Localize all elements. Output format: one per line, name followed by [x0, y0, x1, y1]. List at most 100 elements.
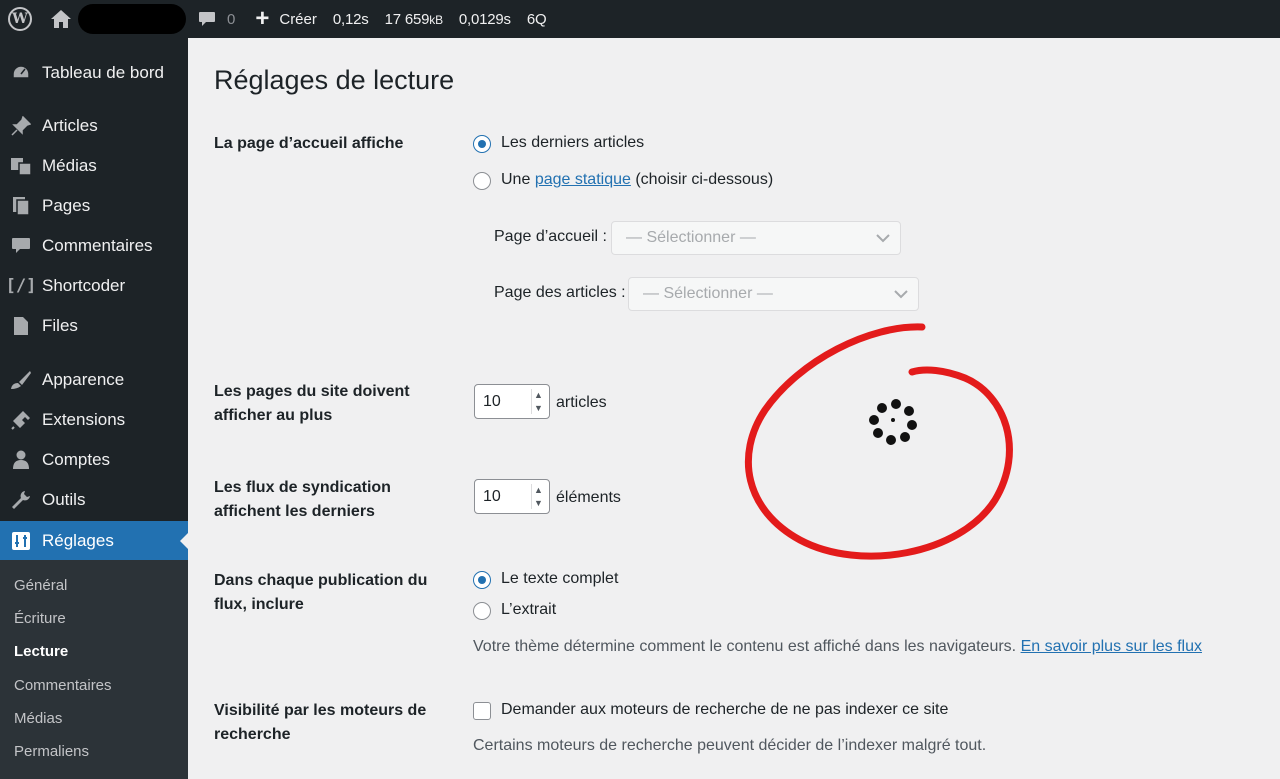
posts-page-select-value: — Sélectionner — [643, 285, 773, 302]
memory-usage: 17 659kB [385, 11, 443, 28]
feed-content-label: Dans chaque publication du flux, inclure [214, 572, 428, 613]
wordpress-logo-icon: W [8, 7, 32, 31]
menu-dashboard[interactable]: Tableau de bord [0, 55, 188, 91]
menu-tools[interactable]: Outils [0, 482, 188, 518]
front-page-label: La page d’accueil affiche [214, 135, 404, 152]
settings-icon [9, 530, 33, 552]
menu-media-label: Médias [42, 156, 97, 175]
posts-per-page-label: Les pages du site doivent afficher au pl… [214, 383, 410, 424]
posts-page-select[interactable]: — Sélectionner — [628, 277, 919, 311]
comments-count: 0 [227, 10, 236, 28]
static-suffix: (choisir ci-dessous) [635, 171, 774, 188]
home-page-label: Page d’accueil : [494, 228, 607, 245]
number-spinner[interactable]: ▲ ▼ [531, 484, 545, 509]
spin-up-icon: ▲ [534, 390, 543, 401]
home-page-select[interactable]: — Sélectionner — [611, 221, 901, 255]
main-content: Réglages de lecture La page d’accueil af… [188, 38, 1280, 779]
wrench-icon [9, 489, 33, 511]
menu-plugins[interactable]: Extensions [0, 402, 188, 438]
menu-comments-label: Commentaires [42, 236, 153, 255]
discourage-search-checkbox[interactable] [473, 702, 491, 720]
submenu-reading[interactable]: Lecture [14, 643, 68, 660]
radio-excerpt[interactable] [473, 602, 491, 620]
comment-icon [9, 235, 33, 257]
menu-tools-label: Outils [42, 490, 86, 509]
brush-icon [9, 369, 33, 391]
menu-appearance-label: Apparence [42, 370, 125, 389]
file-icon [9, 315, 33, 337]
menu-pages[interactable]: Pages [0, 188, 188, 224]
number-spinner[interactable]: ▲ ▼ [531, 389, 545, 414]
menu-appearance[interactable]: Apparence [0, 362, 188, 398]
visibility-label: Visibilité par les moteurs de recherche [214, 702, 427, 743]
pages-icon [9, 195, 33, 217]
static-prefix: Une [501, 171, 531, 188]
comment-bubble-icon [199, 12, 215, 26]
feed-items-value: 10 [483, 487, 501, 505]
posts-page-label: Page des articles : [494, 284, 626, 301]
menu-dashboard-label: Tableau de bord [42, 63, 164, 82]
menu-shortcoder[interactable]: [/] Shortcoder [0, 268, 188, 304]
media-icon [9, 155, 33, 177]
feed-items-unit: éléments [556, 489, 621, 506]
radio-latest-posts-label: Les derniers articles [501, 134, 645, 151]
menu-users[interactable]: Comptes [0, 442, 188, 478]
radio-static-page[interactable] [473, 172, 491, 190]
feed-description: Votre thème détermine comment le contenu… [473, 638, 1202, 656]
home-icon [51, 10, 71, 28]
submenu-permalinks[interactable]: Permaliens [14, 743, 89, 760]
menu-shortcoder-label: Shortcoder [42, 276, 126, 295]
menu-posts[interactable]: Articles [0, 108, 188, 144]
menu-files-label: Files [42, 316, 78, 335]
submenu-general[interactable]: Général [14, 577, 67, 594]
new-content-label: Créer [279, 10, 317, 28]
feed-description-text: Votre thème détermine comment le contenu… [473, 638, 1017, 655]
posts-per-page-input[interactable]: 10 ▲ ▼ [474, 384, 550, 419]
dashboard-icon [9, 62, 33, 84]
comments-menu[interactable]: 0 [186, 0, 235, 38]
spin-down-icon: ▼ [534, 402, 543, 413]
pin-icon [9, 115, 33, 137]
menu-files[interactable]: Files [0, 308, 188, 344]
posts-per-page-value: 10 [483, 392, 501, 410]
query-monitor-menu[interactable]: 0,12s 17 659kB 0,0129s 6Q [317, 0, 547, 38]
feeds-learn-more-link[interactable]: En savoir plus sur les flux [1021, 638, 1202, 655]
redacted-site-name [78, 4, 186, 34]
memory-value: 17 659 [384, 10, 430, 28]
menu-plugins-label: Extensions [42, 410, 126, 429]
feed-items-input[interactable]: 10 ▲ ▼ [474, 479, 550, 514]
chevron-down-icon [894, 290, 908, 299]
radio-latest-posts[interactable] [473, 135, 491, 153]
wp-logo-menu[interactable]: W [0, 0, 32, 38]
query-time: 0,0129s [458, 10, 511, 28]
radio-full-text-label: Le texte complet [501, 570, 619, 587]
menu-settings-label: Réglages [42, 531, 114, 550]
menu-settings[interactable]: Réglages [0, 521, 188, 561]
static-page-link[interactable]: page statique [535, 171, 631, 188]
menu-pages-label: Pages [42, 196, 91, 215]
submenu-writing[interactable]: Écriture [14, 610, 66, 627]
query-count: 6Q [526, 10, 547, 28]
radio-static-page-label: Une page statique (choisir ci-dessous) [501, 171, 773, 189]
radio-excerpt-label: L’extrait [501, 601, 557, 618]
home-page-select-value: — Sélectionner — [626, 229, 756, 246]
new-content-menu[interactable]: + Créer [235, 0, 317, 38]
spin-up-icon: ▲ [534, 485, 543, 496]
feed-items-label: Les flux de syndication affichent les de… [214, 479, 391, 520]
submenu-media[interactable]: Médias [14, 710, 62, 727]
site-name-menu[interactable] [32, 0, 186, 38]
menu-comments[interactable]: Commentaires [0, 228, 188, 264]
posts-per-page-unit: articles [556, 394, 607, 411]
chevron-down-icon [876, 234, 890, 243]
plugin-icon [9, 409, 33, 431]
radio-full-text[interactable] [473, 571, 491, 589]
settings-submenu: Général Écriture Lecture Commentaires Mé… [0, 560, 188, 779]
spin-down-icon: ▼ [534, 497, 543, 508]
menu-posts-label: Articles [42, 116, 98, 135]
visibility-description: Certains moteurs de recherche peuvent dé… [473, 737, 987, 754]
user-icon [9, 449, 33, 471]
admin-bar: W 0 + Créer 0,12s 17 659kB 0,0129s 6Q [0, 0, 1280, 38]
page-gen-time: 0,12s [332, 10, 369, 28]
menu-media[interactable]: Médias [0, 148, 188, 184]
submenu-discussion[interactable]: Commentaires [14, 677, 112, 694]
